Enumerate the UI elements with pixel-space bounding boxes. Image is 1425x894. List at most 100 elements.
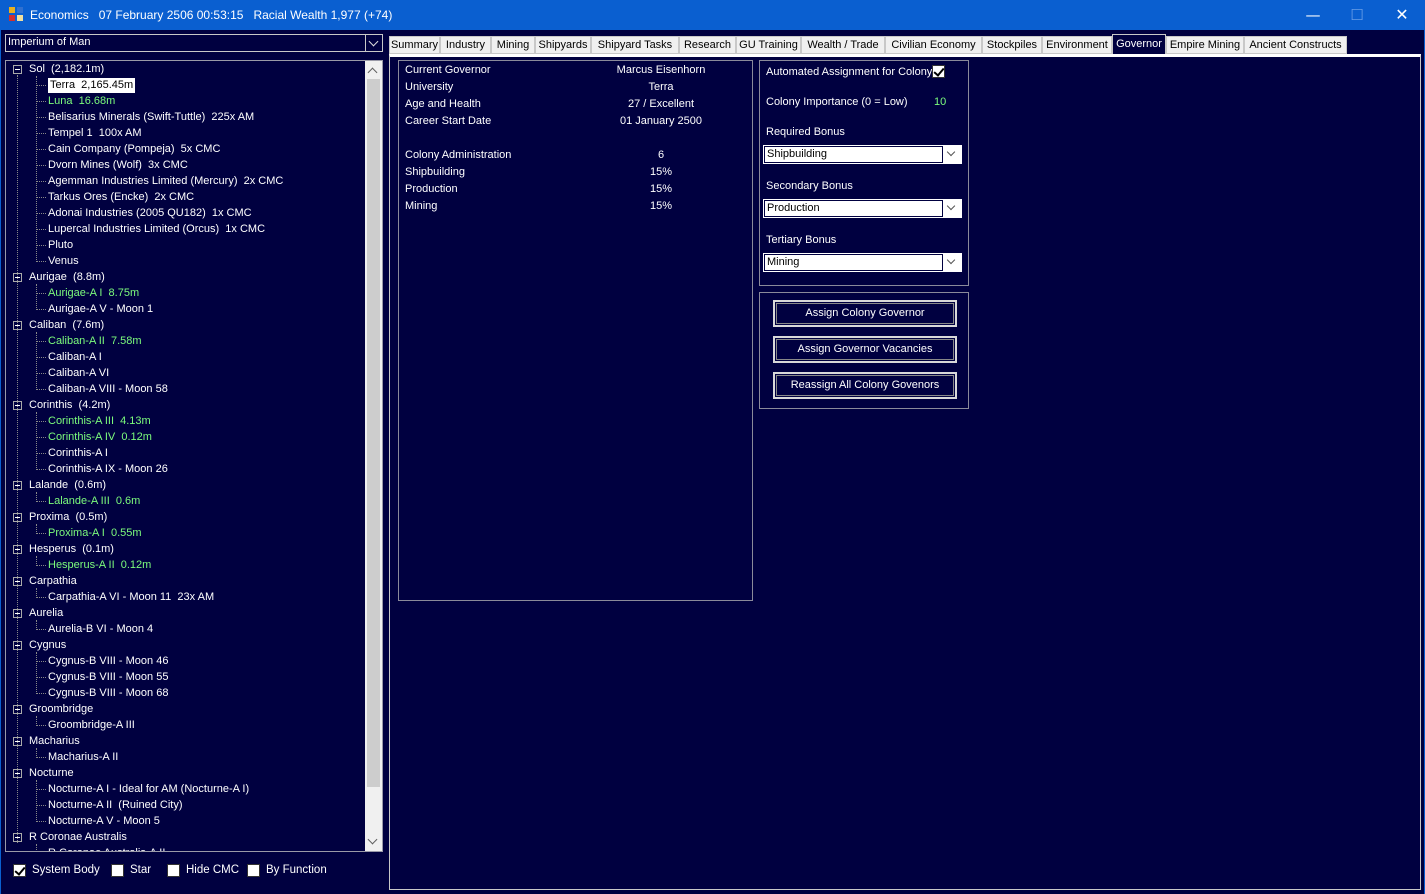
- tab-stockpiles[interactable]: Stockpiles: [982, 36, 1042, 54]
- tree-body-node[interactable]: Cain Company (Pompeja) 5x CMC: [48, 142, 220, 157]
- tree-body-node[interactable]: Caliban-A VI: [48, 366, 109, 381]
- tree-system-node[interactable]: Carpathia: [29, 574, 77, 589]
- tree-connector: [36, 677, 46, 678]
- tree-body-node[interactable]: Hesperus-A II 0.12m: [48, 558, 151, 573]
- tab-governor[interactable]: Governor: [1112, 34, 1166, 54]
- tree-body-node[interactable]: Aurigae-A V - Moon 1: [48, 302, 153, 317]
- tree-body-node[interactable]: Corinthis-A I: [48, 446, 108, 461]
- race-selector[interactable]: Imperium of Man: [5, 34, 383, 52]
- checkbox[interactable]: [167, 864, 180, 877]
- close-icon[interactable]: ✕: [1379, 0, 1425, 30]
- tree-connector: [36, 421, 46, 422]
- checkbox-label[interactable]: Star: [130, 864, 151, 876]
- tree-body-node[interactable]: Corinthis-A IV 0.12m: [48, 430, 152, 445]
- tree-body-node[interactable]: Agemman Industries Limited (Mercury) 2x …: [48, 174, 283, 189]
- tree-body-node[interactable]: Tarkus Ores (Encke) 2x CMC: [48, 190, 194, 205]
- required-bonus-dropdown[interactable]: [943, 146, 961, 163]
- tree-body-node[interactable]: Nocturne-A II (Ruined City): [48, 798, 183, 813]
- checkbox[interactable]: [247, 864, 260, 877]
- tree-body-node[interactable]: Lupercal Industries Limited (Orcus) 1x C…: [48, 222, 265, 237]
- secondary-bonus-select[interactable]: Production: [763, 199, 962, 218]
- tree-body-node[interactable]: Corinthis-A III 4.13m: [48, 414, 151, 429]
- tree-body-node[interactable]: Cygnus-B VIII - Moon 68: [48, 686, 168, 701]
- tree-system-node[interactable]: Aurigae (8.8m): [29, 270, 105, 285]
- tab-ancient-constructs[interactable]: Ancient Constructs: [1244, 36, 1347, 54]
- automated-assignment-checkbox[interactable]: [932, 65, 945, 78]
- checkbox-label[interactable]: By Function: [266, 864, 327, 876]
- tab-gu-training[interactable]: GU Training: [736, 36, 801, 54]
- tree-body-node[interactable]: Nocturne-A V - Moon 5: [48, 814, 160, 829]
- tab-mining[interactable]: Mining: [491, 36, 535, 54]
- tree-body-node[interactable]: Macharius-A II: [48, 750, 118, 765]
- tab-industry[interactable]: Industry: [440, 36, 491, 54]
- tree-body-node[interactable]: Carpathia-A VI - Moon 11 23x AM: [48, 590, 214, 605]
- colony-importance-value[interactable]: 10: [934, 96, 946, 108]
- checkbox[interactable]: [111, 864, 124, 877]
- tree-body-node[interactable]: Luna 16.68m: [48, 94, 115, 109]
- tree-body-node[interactable]: Dvorn Mines (Wolf) 3x CMC: [48, 158, 188, 173]
- governor-field-label: Production: [405, 183, 458, 195]
- tree-body-node[interactable]: Cygnus-B VIII - Moon 55: [48, 670, 168, 685]
- tree-body-node[interactable]: R Coronae Australis-A II: [48, 846, 165, 851]
- tree-system-node[interactable]: R Coronae Australis: [29, 830, 127, 845]
- tree-body-node[interactable]: Belisarius Minerals (Swift-Tuttle) 225x …: [48, 110, 254, 125]
- tree-body-node[interactable]: Nocturne-A I - Ideal for AM (Nocturne-A …: [48, 782, 249, 797]
- tree-system-node[interactable]: Groombridge: [29, 702, 93, 717]
- tertiary-bonus-dropdown[interactable]: [943, 254, 961, 271]
- secondary-bonus-dropdown[interactable]: [943, 200, 961, 217]
- tab-shipyards[interactable]: Shipyards: [535, 36, 591, 54]
- tree-body-node[interactable]: Tempel 1 100x AM: [48, 126, 142, 141]
- tree-body-node[interactable]: Lalande-A III 0.6m: [48, 494, 140, 509]
- tree-body-node[interactable]: Cygnus-B VIII - Moon 46: [48, 654, 168, 669]
- tree-system-node[interactable]: Cygnus: [29, 638, 66, 653]
- tree-system-node[interactable]: Aurelia: [29, 606, 63, 621]
- tree-system-node[interactable]: Lalande (0.6m): [29, 478, 106, 493]
- tree-body-node[interactable]: Proxima-A I 0.55m: [48, 526, 142, 541]
- required-bonus-select[interactable]: Shipbuilding: [763, 145, 962, 164]
- tree-body-node[interactable]: Aurigae-A I 8.75m: [48, 286, 139, 301]
- tab-summary[interactable]: Summary: [389, 36, 440, 54]
- tree-body-node[interactable]: Venus: [48, 254, 79, 269]
- tree-connector: [36, 197, 46, 198]
- tree-system-node[interactable]: Corinthis (4.2m): [29, 398, 110, 413]
- reassign-all-colony-governors-button[interactable]: Reassign All Colony Govenors: [773, 372, 957, 399]
- scroll-down-icon[interactable]: [367, 834, 378, 845]
- tertiary-bonus-select[interactable]: Mining: [763, 253, 962, 272]
- tree-body-node[interactable]: Caliban-A I: [48, 350, 102, 365]
- tree-body-node[interactable]: Terra 2,165.45m: [48, 78, 136, 93]
- tab-research[interactable]: Research: [679, 36, 736, 54]
- checkbox-label[interactable]: Hide CMC: [186, 864, 239, 876]
- tree-body-node[interactable]: Pluto: [48, 238, 73, 253]
- tab-wealth-trade[interactable]: Wealth / Trade: [801, 36, 885, 54]
- tree-scrollbar[interactable]: [365, 61, 382, 851]
- tree-system-node[interactable]: Nocturne: [29, 766, 74, 781]
- checkbox[interactable]: [13, 864, 26, 877]
- tab-empire-mining[interactable]: Empire Mining: [1166, 36, 1244, 54]
- tab-shipyard-tasks[interactable]: Shipyard Tasks: [591, 36, 679, 54]
- tree-system-node[interactable]: Proxima (0.5m): [29, 510, 107, 525]
- race-selector-dropdown-button[interactable]: [365, 35, 382, 51]
- tree-system-node[interactable]: Caliban (7.6m): [29, 318, 104, 333]
- maximize-icon[interactable]: ☐: [1334, 0, 1380, 30]
- tree-system-node[interactable]: Sol (2,182.1m): [29, 62, 104, 77]
- tree-body-node[interactable]: Caliban-A II 7.58m: [48, 334, 142, 349]
- population-tree[interactable]: Sol (2,182.1m) Terra 2,165.45m Luna 16.68m…: [5, 60, 383, 852]
- tree-system-node[interactable]: Macharius: [29, 734, 80, 749]
- tab-civilian-economy[interactable]: Civilian Economy: [885, 36, 982, 54]
- tree-body-node[interactable]: Aurelia-B VI - Moon 4: [48, 622, 153, 637]
- tree-body-node[interactable]: Corinthis-A IX - Moon 26: [48, 462, 168, 477]
- tab-environment[interactable]: Environment: [1042, 36, 1112, 54]
- collapse-icon[interactable]: [13, 65, 22, 74]
- tree-connector: [36, 716, 37, 726]
- tree-body-node[interactable]: Caliban-A VIII - Moon 58: [48, 382, 168, 397]
- checkbox-label[interactable]: System Body: [32, 864, 100, 876]
- assign-governor-vacancies-button[interactable]: Assign Governor Vacancies: [773, 336, 957, 363]
- tree-body-node[interactable]: Adonai Industries (2005 QU182) 1x CMC: [48, 206, 252, 221]
- scrollbar-thumb[interactable]: [367, 79, 380, 787]
- assign-colony-governor-button[interactable]: Assign Colony Governor: [773, 300, 957, 327]
- scroll-up-icon[interactable]: [367, 67, 378, 78]
- tree-system-node[interactable]: Hesperus (0.1m): [29, 542, 114, 557]
- minimize-icon[interactable]: —: [1290, 0, 1336, 30]
- tree-body-node[interactable]: Groombridge-A III: [48, 718, 135, 733]
- tree-connector: [36, 389, 46, 390]
